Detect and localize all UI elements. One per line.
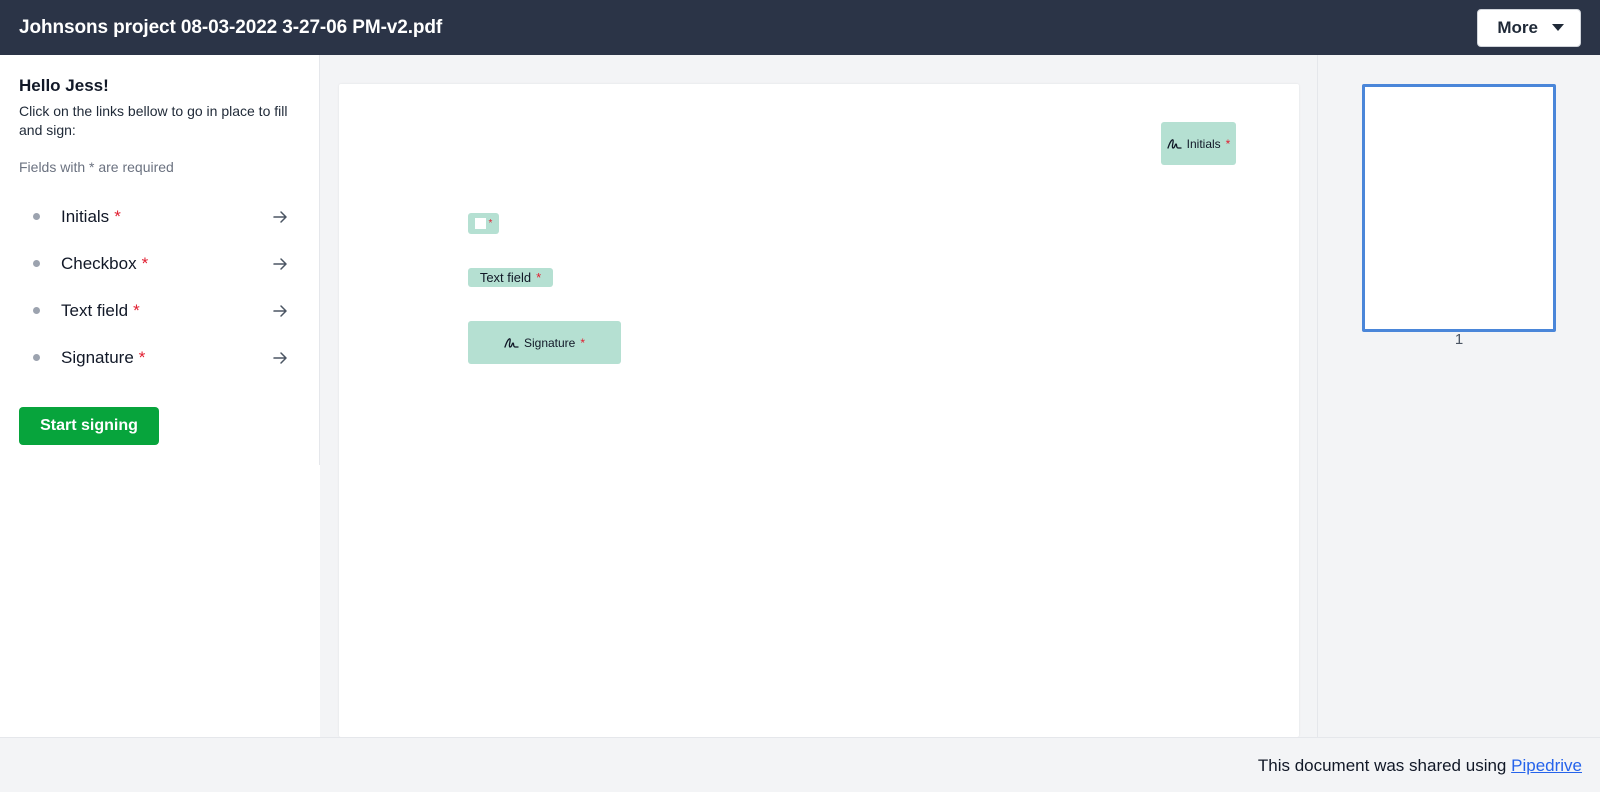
field-link-label: Text field <box>61 300 129 320</box>
footer-text: This document was shared using Pipedrive <box>1258 756 1582 776</box>
chevron-down-icon <box>1552 24 1564 31</box>
initials-field-label: Initials <box>1186 136 1221 151</box>
arrow-right-icon[interactable] <box>271 208 289 226</box>
page-thumbnail[interactable] <box>1362 84 1556 332</box>
signature-field-label: Signature <box>523 335 576 350</box>
arrow-right-icon[interactable] <box>271 302 289 320</box>
footer-shared-text: This document was shared using <box>1257 756 1507 775</box>
field-link-checkbox[interactable]: Checkbox * <box>19 240 289 287</box>
required-marker: * <box>141 253 149 273</box>
bullet-dot <box>33 354 40 361</box>
bullet-dot <box>33 260 40 267</box>
signing-sidebar: Hello Jess! Click on the links bellow to… <box>0 55 320 737</box>
required-note: Fields with * are required <box>19 159 174 175</box>
signature-field[interactable]: Signature * <box>468 321 621 364</box>
field-list: Initials * Checkbox * Text field * Signatur… <box>19 193 289 381</box>
signature-icon <box>1167 138 1182 149</box>
arrow-right-icon[interactable] <box>271 349 289 367</box>
required-marker: * <box>536 270 542 285</box>
field-link-text-field[interactable]: Text field * <box>19 287 289 334</box>
top-bar: Johnsons project 08-03-2022 3-27-06 PM-v… <box>0 0 1600 55</box>
page-number: 1 <box>1454 331 1464 348</box>
checkbox-field[interactable]: * <box>468 213 499 234</box>
footer: This document was shared using Pipedrive <box>0 737 1600 792</box>
more-button[interactable]: More <box>1477 8 1581 47</box>
text-field[interactable]: Text field * <box>468 268 553 287</box>
initials-field[interactable]: Initials * <box>1161 122 1236 165</box>
pipedrive-link[interactable]: Pipedrive <box>1511 756 1582 775</box>
required-marker: * <box>580 335 586 350</box>
signature-icon <box>504 337 519 348</box>
required-marker: * <box>1225 136 1231 151</box>
document-page: Initials * * Text field * Signature * <box>339 84 1299 737</box>
bullet-dot <box>33 213 40 220</box>
document-title: Johnsons project 08-03-2022 3-27-06 PM-v… <box>19 16 443 38</box>
field-link-label: Checkbox <box>61 253 137 273</box>
text-field-label: Text field <box>479 270 532 285</box>
field-link-initials[interactable]: Initials * <box>19 193 289 240</box>
bullet-dot <box>33 307 40 314</box>
required-marker: * <box>133 300 140 320</box>
required-marker: * <box>488 218 493 229</box>
required-marker: * <box>114 206 121 226</box>
field-link-label: Signature <box>61 347 134 367</box>
greeting: Hello Jess! <box>19 76 109 95</box>
start-signing-button[interactable]: Start signing <box>19 407 159 445</box>
field-link-label: Initials <box>61 206 110 226</box>
checkbox-box[interactable] <box>474 218 486 229</box>
arrow-right-icon[interactable] <box>271 255 289 273</box>
more-button-label: More <box>1497 17 1538 37</box>
required-marker: * <box>138 347 146 367</box>
field-link-signature[interactable]: Signature * <box>19 334 289 381</box>
instructions: Click on the links bellow to go in place… <box>19 103 288 138</box>
